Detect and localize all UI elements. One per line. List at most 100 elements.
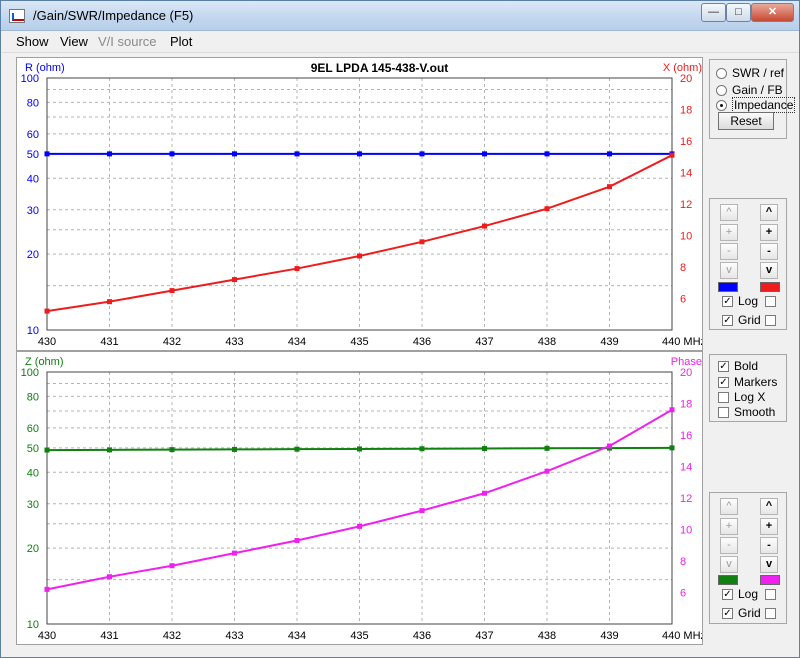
bottom-xtick-label: 434: [288, 630, 306, 642]
bottom-series-right-point: [44, 586, 50, 592]
bottom-right-minus-button[interactable]: -: [760, 537, 778, 554]
top-left-up-button[interactable]: ^: [720, 204, 738, 221]
top-left-minus-button[interactable]: -: [720, 243, 738, 260]
markers-label: Markers: [734, 375, 778, 389]
bottom-right-down-button[interactable]: v: [760, 556, 778, 573]
top-series-left-point: [232, 151, 237, 157]
top-series-right-point: [44, 308, 50, 314]
bottom-ytick-label: 40: [27, 467, 39, 479]
top-title: 9EL LPDA 145-438-V.out: [311, 61, 449, 75]
bottom-series-right-point: [669, 407, 675, 413]
phase-color-swatch[interactable]: [760, 575, 780, 585]
logx-label: Log X: [734, 390, 766, 404]
top-right-minus-button[interactable]: -: [760, 243, 778, 260]
top-grid-right-checkbox[interactable]: [765, 315, 776, 326]
bottom-left-minus-button[interactable]: -: [720, 537, 738, 554]
menu-view[interactable]: View: [60, 34, 88, 49]
top-log-right-checkbox[interactable]: [765, 296, 776, 307]
top-left-plus-button[interactable]: +: [720, 224, 738, 241]
top-grid-label: Grid: [738, 313, 761, 327]
app-icon: [9, 9, 25, 23]
bold-checkbox[interactable]: ✓: [718, 361, 729, 372]
menu-vi-source[interactable]: V/I source: [98, 34, 157, 49]
bottom-xtick-label: 438: [538, 630, 556, 642]
top-series-left-point: [357, 151, 362, 157]
top-series-right-point: [419, 239, 425, 245]
top-xtick-label: 437: [475, 336, 493, 348]
bottom-y2tick-label: 14: [680, 462, 692, 474]
maximize-button[interactable]: □: [726, 3, 751, 22]
top-series-right-point: [669, 152, 675, 158]
top-xtick-label: 438: [538, 336, 556, 348]
bottom-y2tick-label: 18: [680, 399, 692, 411]
smooth-label: Smooth: [734, 405, 776, 419]
markers-checkbox[interactable]: ✓: [718, 377, 729, 388]
radio-swr-dot[interactable]: [716, 68, 727, 79]
bottom-series-right-point: [419, 508, 425, 514]
radio-impedance-dot[interactable]: [716, 100, 727, 111]
bottom-y2tick-label: 12: [680, 493, 692, 505]
x-color-swatch[interactable]: [760, 282, 780, 292]
window-title: /Gain/SWR/Impedance (F5): [33, 8, 194, 23]
bottom-series-left-point: [232, 446, 237, 452]
r-color-swatch[interactable]: [718, 282, 738, 292]
top-right-up-button[interactable]: ^: [760, 204, 778, 221]
bottom-ytick-label: 80: [27, 391, 39, 403]
bottom-right-up-button[interactable]: ^: [760, 498, 778, 515]
top-series-left-point: [544, 151, 550, 157]
bottom-series-left-point: [107, 447, 112, 453]
bottom-left-up-button[interactable]: ^: [720, 498, 738, 515]
bottom-log-label: Log: [738, 587, 759, 601]
top-left-down-button[interactable]: v: [720, 262, 738, 279]
close-button[interactable]: ✕: [751, 3, 794, 22]
bottom-grid-label: Grid: [738, 606, 761, 620]
top-ytick-label: 30: [27, 205, 39, 217]
smooth-checkbox[interactable]: [718, 407, 729, 418]
top-xtick-label: 435: [350, 336, 368, 348]
bottom-y2tick-label: 20: [680, 367, 692, 379]
radio-impedance-label: Impedance: [732, 97, 796, 113]
top-series-right-point: [169, 288, 175, 294]
radio-gain-dot[interactable]: [716, 85, 727, 96]
bottom-series-right-point: [482, 490, 487, 496]
bottom-y2tick-label: 8: [680, 556, 686, 568]
z-color-swatch[interactable]: [718, 575, 738, 585]
top-grid-left-checkbox[interactable]: ✓: [722, 315, 733, 326]
top-right-down-button[interactable]: v: [760, 262, 778, 279]
bottom-log-left-checkbox[interactable]: ✓: [722, 589, 733, 600]
bottom-xtick-label: 440 MHz: [662, 630, 702, 642]
impedance-zphase-chart-frame: 10 20 30 40 50 60 80 100 6 8 10 12 14 16 18 20 430 431 432…: [16, 351, 706, 645]
bottom-ylabel: Z (ohm): [25, 356, 64, 368]
top-xtick-label: 433: [225, 336, 243, 348]
top-right-plus-button[interactable]: +: [760, 224, 778, 241]
bottom-series-left-point: [482, 446, 487, 452]
title-bar[interactable]: /Gain/SWR/Impedance (F5) — □ ✕: [1, 1, 799, 31]
bottom-xtick-label: 435: [350, 630, 368, 642]
logx-checkbox[interactable]: [718, 392, 729, 403]
menu-plot[interactable]: Plot: [170, 34, 192, 49]
top-xtick-label: 431: [100, 336, 118, 348]
bottom-grid-right-checkbox[interactable]: [765, 608, 776, 619]
bottom-series-left-point: [357, 446, 362, 452]
top-xtick-label: 432: [163, 336, 181, 348]
bottom-grid-left-checkbox[interactable]: ✓: [722, 608, 733, 619]
reset-button[interactable]: Reset: [718, 112, 774, 130]
menu-show[interactable]: Show: [16, 34, 49, 49]
top-xtick-label: 430: [38, 336, 56, 348]
bottom-xtick-label: 430: [38, 630, 56, 642]
top-log-left-checkbox[interactable]: ✓: [722, 296, 733, 307]
top-y2tick-label: 20: [680, 73, 692, 85]
radio-gain-label: Gain / FB: [732, 83, 783, 97]
bottom-log-right-checkbox[interactable]: [765, 589, 776, 600]
bottom-series-left-point: [544, 445, 550, 451]
bottom-right-plus-button[interactable]: +: [760, 518, 778, 535]
top-y2tick-label: 8: [680, 262, 686, 274]
top-xtick-label: 436: [413, 336, 431, 348]
top-xtick-label: 439: [600, 336, 618, 348]
minimize-button[interactable]: —: [701, 3, 726, 22]
bottom-ytick-label: 100: [21, 367, 39, 379]
top-ytick-label: 100: [21, 73, 39, 85]
bottom-left-plus-button[interactable]: +: [720, 518, 738, 535]
bottom-left-down-button[interactable]: v: [720, 556, 738, 573]
bottom-y2tick-label: 6: [680, 588, 686, 600]
